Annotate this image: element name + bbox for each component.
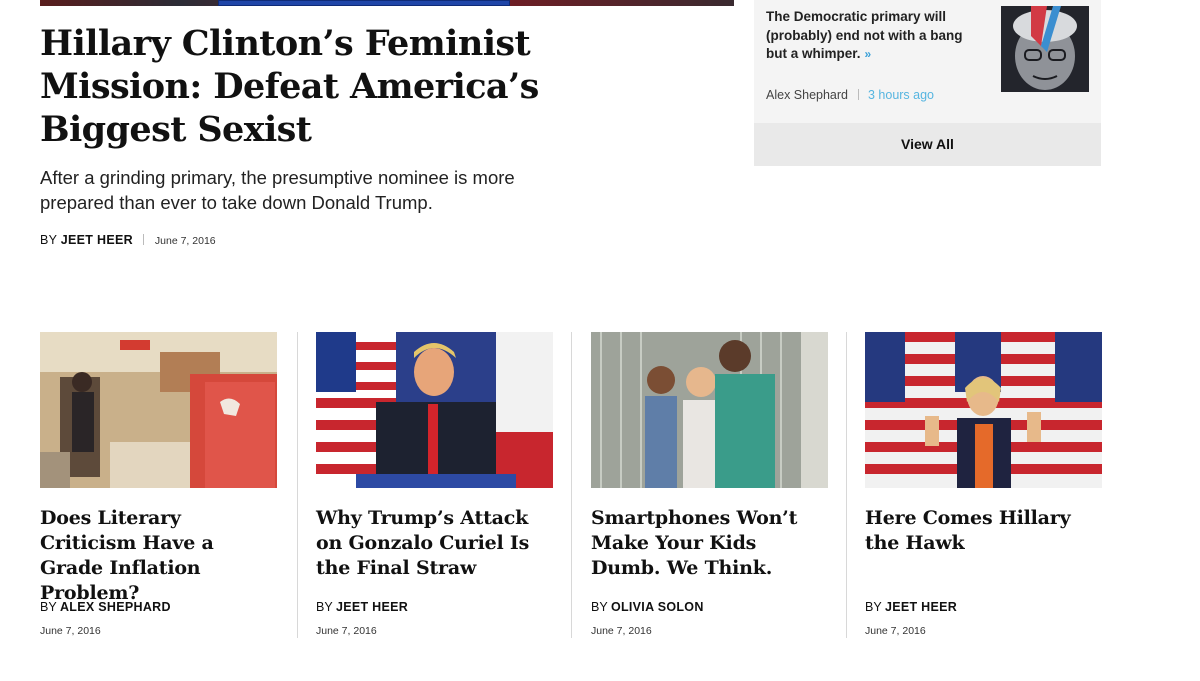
story-author-link[interactable]: ALEX SHEPHARD: [60, 600, 171, 614]
story-byline: BY OLIVIA SOLON: [591, 600, 704, 614]
story-card: Smartphones Won’t Make Your Kids Dumb. W…: [591, 332, 828, 642]
lead-headline[interactable]: Hillary Clinton’s Feminist Mission: Defe…: [40, 22, 560, 151]
view-all-button[interactable]: View All: [754, 123, 1101, 166]
byline-divider: [143, 234, 145, 245]
sidebar-thumbnail[interactable]: [1001, 6, 1089, 92]
story-title[interactable]: Why Trump’s Attack on Gonzalo Curiel Is …: [316, 506, 548, 581]
byline-prefix: BY: [40, 233, 58, 247]
story-date: June 7, 2016: [591, 625, 652, 637]
image-sign-graphic: [218, 0, 510, 6]
byline-prefix: BY: [40, 600, 57, 614]
story-date: June 7, 2016: [316, 625, 377, 637]
story-thumbnail-kids-phones[interactable]: [591, 332, 828, 488]
story-card: Here Comes Hillary the Hawk BY JEET HEER…: [865, 332, 1102, 642]
story-thumbnail-clinton[interactable]: [865, 332, 1102, 488]
lead-story-image[interactable]: [40, 0, 734, 6]
story-date: June 7, 2016: [865, 625, 926, 637]
story-card: Does Literary Criticism Have a Grade Inf…: [40, 332, 277, 642]
byline-prefix: BY: [316, 600, 333, 614]
story-byline: BY JEET HEER: [865, 600, 957, 614]
lead-date: June 7, 2016: [154, 235, 216, 247]
card-divider: [297, 332, 298, 638]
story-thumbnail-trump[interactable]: [316, 332, 553, 488]
lead-author-link[interactable]: JEET HEER: [61, 233, 133, 247]
sidebar-story-meta: Alex Shephard 3 hours ago: [766, 88, 934, 102]
story-author-link[interactable]: OLIVIA SOLON: [611, 600, 704, 614]
story-title[interactable]: Here Comes Hillary the Hawk: [865, 506, 1097, 556]
story-author-link[interactable]: JEET HEER: [336, 600, 408, 614]
trump-podium-photo: [316, 332, 553, 488]
byline-prefix: BY: [591, 600, 608, 614]
card-divider: [846, 332, 847, 638]
sidebar-author[interactable]: Alex Shephard: [766, 88, 848, 102]
sidebar-story-text[interactable]: The Democratic primary will (probably) e…: [766, 8, 981, 64]
story-thumbnail-bookstore[interactable]: [40, 332, 277, 488]
sidebar-story-card: The Democratic primary will (probably) e…: [754, 0, 1101, 166]
story-byline: BY JEET HEER: [316, 600, 408, 614]
lead-dek: After a grinding primary, the presumptiv…: [40, 167, 515, 213]
story-title[interactable]: Smartphones Won’t Make Your Kids Dumb. W…: [591, 506, 823, 581]
double-chevron-right-icon[interactable]: »: [865, 47, 872, 61]
lead-byline: BY JEET HEER June 7, 2016: [40, 233, 216, 247]
story-author-link[interactable]: JEET HEER: [885, 600, 957, 614]
card-divider: [571, 332, 572, 638]
meta-divider: [857, 89, 859, 100]
byline-prefix: BY: [865, 600, 882, 614]
bookstore-photo: [40, 332, 277, 488]
story-title[interactable]: Does Literary Criticism Have a Grade Inf…: [40, 506, 272, 606]
sanders-portrait-illustration: [1001, 6, 1089, 92]
story-card: Why Trump’s Attack on Gonzalo Curiel Is …: [316, 332, 553, 642]
story-byline: BY ALEX SHEPHARD: [40, 600, 171, 614]
clinton-flags-photo: [865, 332, 1102, 488]
story-date: June 7, 2016: [40, 625, 101, 637]
sidebar-timestamp: 3 hours ago: [867, 88, 935, 102]
kids-smartphones-photo: [591, 332, 828, 488]
